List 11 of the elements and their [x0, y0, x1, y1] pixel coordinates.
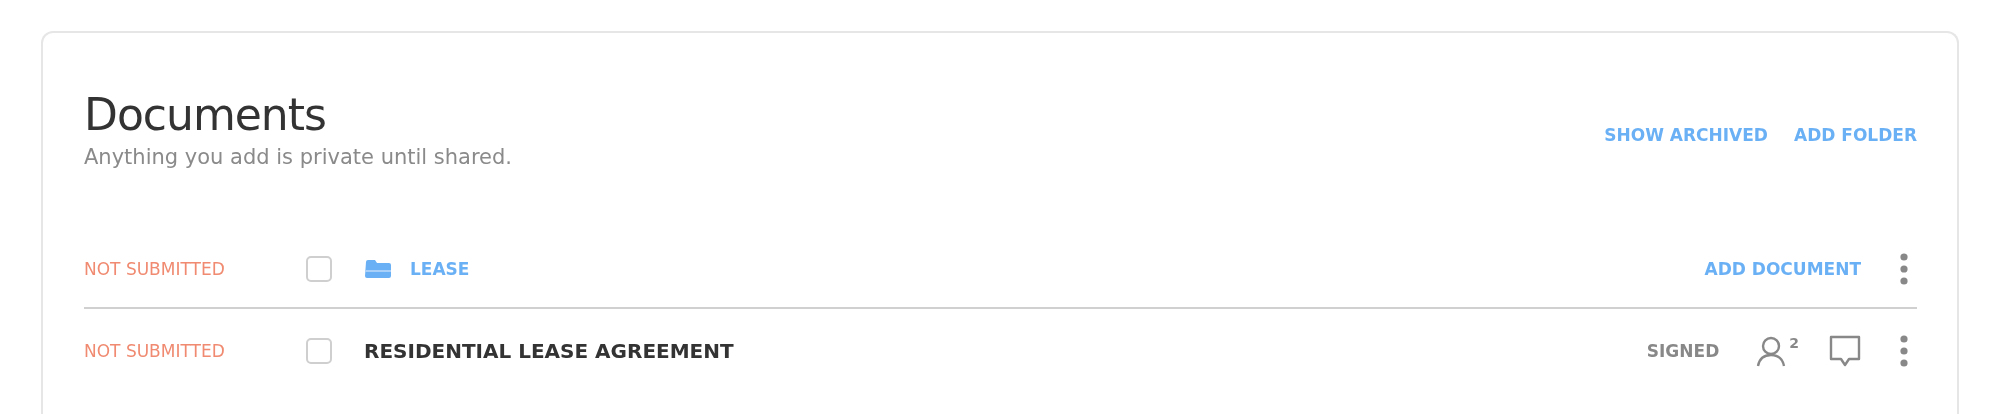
subtitle: Anything you add is private until shared.: [84, 145, 513, 170]
share-count: 2: [1789, 335, 1799, 352]
status-label: NOT SUBMITTED: [84, 341, 226, 362]
signature-status: SIGNED: [1646, 341, 1720, 362]
folder-link[interactable]: LEASE: [410, 259, 470, 280]
header-link[interactable]: SHOW ARCHIVED: [1604, 125, 1768, 145]
status-label: NOT SUBMITTED: [84, 259, 226, 280]
page-title: Documents: [84, 91, 327, 140]
add-document-link[interactable]: ADD DOCUMENT: [1704, 259, 1861, 280]
header-link[interactable]: ADD FOLDER: [1794, 125, 1917, 145]
document-name[interactable]: RESIDENTIAL LEASE AGREEMENT: [364, 339, 734, 364]
